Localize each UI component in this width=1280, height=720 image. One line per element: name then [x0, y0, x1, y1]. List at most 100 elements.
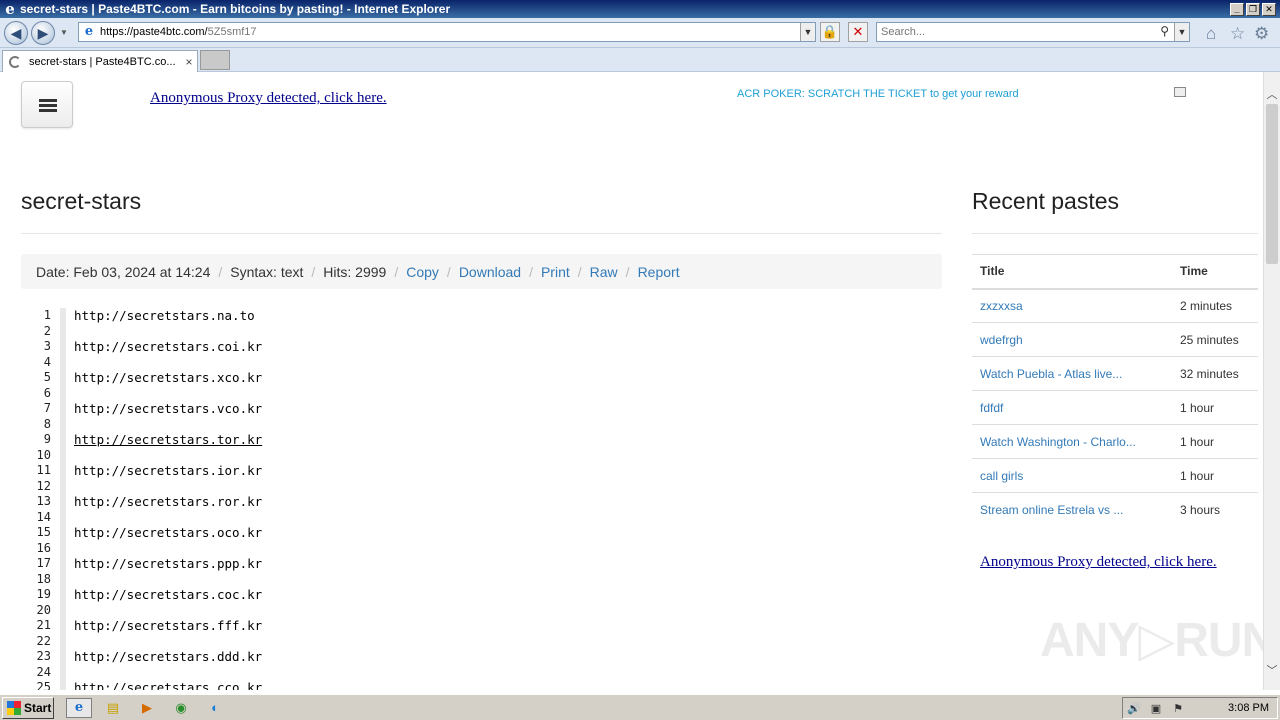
code-line: 8	[21, 416, 942, 433]
volume-icon[interactable]: 🔊	[1123, 702, 1145, 715]
close-window-button[interactable]: ✕	[1262, 2, 1276, 16]
code-text: http://secretstars.ior.kr	[74, 463, 263, 478]
separator: /	[577, 263, 582, 280]
proxy-link-bottom[interactable]: Anonymous Proxy detected, click here.	[980, 554, 1217, 571]
line-number: 6	[43, 385, 51, 400]
ad-choices-icon[interactable]	[1174, 87, 1186, 97]
history-dropdown-icon[interactable]: ▼	[60, 28, 68, 37]
recent-paste-link[interactable]: Watch Washington - Charlo...	[980, 435, 1136, 449]
table-row: Watch Puebla - Atlas live... 32 minutes	[972, 356, 1258, 391]
scroll-thumb[interactable]	[1266, 104, 1278, 264]
code-line: 25 http://secretstars.cco.kr	[21, 680, 942, 690]
col-title-header: Title	[972, 254, 1172, 290]
line-number: 14	[36, 509, 51, 524]
code-text: http://secretstars.xco.kr	[74, 370, 263, 385]
action-center-flag-icon[interactable]: ⚑	[1167, 702, 1189, 715]
download-link[interactable]: Download	[459, 264, 521, 280]
loading-spinner-icon	[9, 55, 21, 68]
tools-icon[interactable]: ⚙	[1254, 24, 1269, 44]
proxy-link-top[interactable]: Anonymous Proxy detected, click here.	[150, 90, 387, 107]
paste-date: Date: Feb 03, 2024 at 14:24	[36, 263, 211, 280]
search-dropdown-icon[interactable]: ▼	[1174, 23, 1189, 41]
line-number: 25	[36, 680, 51, 690]
forward-icon[interactable]: ▶	[31, 21, 55, 45]
scroll-up-icon[interactable]: ︿	[1264, 86, 1280, 102]
copy-link[interactable]: Copy	[406, 264, 439, 280]
code-text: http://secretstars.ddd.kr	[74, 649, 263, 664]
hamburger-menu-button[interactable]	[21, 81, 73, 128]
recent-paste-link[interactable]: Watch Puebla - Atlas live...	[980, 367, 1122, 381]
code-line: 3 http://secretstars.coi.kr	[21, 339, 942, 355]
back-icon[interactable]: ◀	[4, 21, 28, 45]
recent-paste-time: 25 minutes	[1172, 322, 1258, 357]
recent-pastes-table: Title Time zxzxxsa 2 minutes wdefrgh 25 min…	[972, 254, 1258, 527]
ad-text-link[interactable]: ACR POKER: SCRATCH THE TICKET to get you…	[737, 88, 1019, 100]
stop-icon[interactable]: ✕	[848, 22, 868, 42]
col-time-header: Time	[1172, 254, 1258, 290]
recent-paste-link[interactable]: call girls	[980, 469, 1023, 483]
address-bar[interactable]: e https://paste4btc.com/5Z5smf17 ▼	[78, 22, 816, 42]
taskbar-media-icon[interactable]: ▶	[138, 699, 156, 717]
recent-paste-link[interactable]: zxzxxsa	[980, 299, 1023, 313]
recent-paste-time: 1 hour	[1172, 424, 1258, 459]
divider	[972, 233, 1258, 234]
paste-syntax: Syntax: text	[230, 263, 304, 280]
code-line: 1 http://secretstars.na.to	[21, 308, 942, 324]
line-number: 7	[43, 401, 51, 415]
taskbar-ie-icon[interactable]: e	[66, 698, 92, 718]
new-tab-button[interactable]	[200, 50, 230, 70]
taskbar-edge-icon[interactable]: ◐	[206, 699, 224, 717]
tab-secret-stars[interactable]: secret-stars | Paste4BTC.co... ×	[2, 50, 198, 72]
divider	[21, 233, 942, 234]
code-line: 11 http://secretstars.ior.kr	[21, 463, 942, 479]
report-link[interactable]: Report	[638, 264, 680, 280]
code-line: 12	[21, 478, 942, 494]
minimize-button[interactable]: _	[1230, 2, 1244, 16]
network-icon[interactable]: ▣	[1145, 702, 1167, 715]
line-number: 9	[43, 432, 51, 446]
recent-paste-time: 1 hour	[1172, 390, 1258, 425]
windows-logo-icon	[7, 701, 21, 715]
start-button[interactable]: Start	[2, 697, 54, 719]
recent-paste-link[interactable]: fdfdf	[980, 401, 1003, 415]
code-text: http://secretstars.coi.kr	[74, 339, 263, 354]
favorites-icon[interactable]: ☆	[1230, 24, 1245, 44]
search-icon[interactable]: ⚲	[1160, 24, 1169, 38]
system-tray: 🔊 ▣ ⚑ 3:08 PM	[1122, 697, 1278, 719]
restore-button[interactable]: ❐	[1246, 2, 1260, 16]
table-row: Stream online Estrela vs ... 3 hours	[972, 492, 1258, 527]
paste-code-block: 1 http://secretstars.na.to 2 3 http://secret…	[21, 308, 942, 690]
lock-icon[interactable]: 🔒	[820, 22, 840, 42]
taskbar-explorer-icon[interactable]: ▤	[104, 699, 122, 717]
recent-paste-title-cell: fdfdf	[972, 390, 1172, 425]
recent-paste-time: 2 minutes	[1172, 288, 1258, 323]
code-line: 7 http://secretstars.vco.kr	[21, 401, 942, 417]
taskbar-chrome-icon[interactable]: ◉	[172, 699, 190, 717]
paste-hits: Hits: 2999	[323, 263, 387, 280]
menu-bar-icon	[39, 109, 57, 112]
search-input[interactable]	[877, 23, 1147, 41]
home-icon[interactable]: ⌂	[1206, 24, 1216, 44]
address-dropdown-icon[interactable]: ▼	[800, 23, 815, 41]
recent-paste-time: 1 hour	[1172, 458, 1258, 493]
url-host: https://paste4btc.com/	[100, 26, 208, 38]
vertical-scrollbar[interactable]: ︿ ﹀	[1263, 72, 1280, 690]
code-line: 13 http://secretstars.ror.kr	[21, 494, 942, 510]
tab-close-icon[interactable]: ×	[181, 55, 197, 69]
print-link[interactable]: Print	[541, 264, 570, 280]
search-box[interactable]: ⚲ ▼	[876, 22, 1190, 42]
recent-paste-link[interactable]: Stream online Estrela vs ...	[980, 503, 1123, 517]
line-number: 2	[43, 323, 51, 338]
code-line: 21 http://secretstars.fff.kr	[21, 618, 942, 634]
raw-link[interactable]: Raw	[590, 264, 618, 280]
scroll-down-icon[interactable]: ﹀	[1264, 662, 1280, 678]
recent-paste-title-cell: Watch Puebla - Atlas live...	[972, 356, 1172, 391]
recent-paste-link[interactable]: wdefrgh	[980, 333, 1023, 347]
recent-paste-title-cell: call girls	[972, 458, 1172, 493]
code-line: 2	[21, 323, 942, 340]
